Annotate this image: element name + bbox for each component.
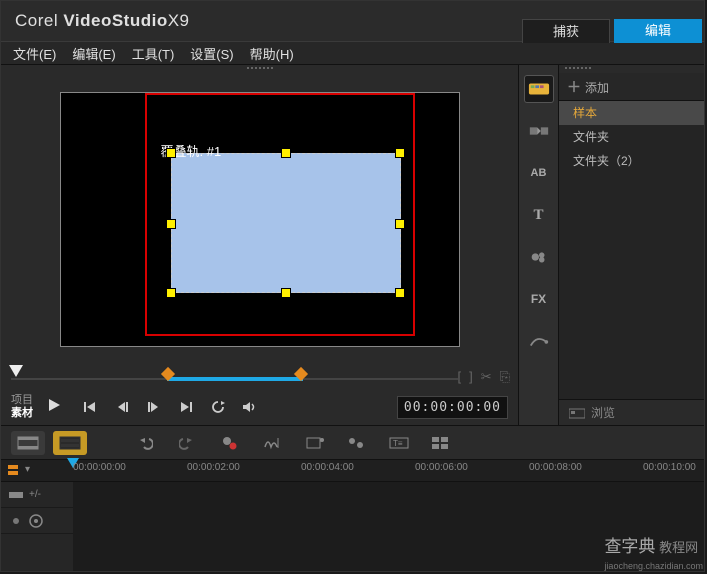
preview-panel: 覆叠轨. #1 [ ] bbox=[1, 65, 519, 425]
audio-mixer-button[interactable] bbox=[263, 435, 283, 451]
timeline-panel: T≡ ▾ 00:00:00:00 00:00:02:00 00:00:04:00 00… bbox=[1, 425, 704, 571]
record-button[interactable] bbox=[221, 435, 241, 451]
category-title-button[interactable]: AB bbox=[524, 159, 554, 187]
resize-handle-bl[interactable] bbox=[166, 288, 176, 298]
menu-settings[interactable]: 设置(S) bbox=[190, 44, 233, 63]
app-brand: Corel VideoStudioX9 bbox=[15, 11, 190, 31]
category-transitions-button[interactable] bbox=[524, 117, 554, 145]
transport-bar: 项目 素材 00:00:00:00 bbox=[1, 389, 518, 425]
tab-edit[interactable]: 编辑 bbox=[614, 19, 702, 43]
redo-button[interactable] bbox=[179, 435, 199, 451]
go-end-button[interactable] bbox=[175, 396, 197, 418]
library-category-strip: AB T FX bbox=[519, 65, 559, 425]
brand-version: X9 bbox=[168, 11, 190, 30]
menu-bar: 文件(E) 编辑(E) 工具(T) 设置(S) 帮助(H) bbox=[1, 41, 704, 65]
ruler-dropdown-icon[interactable]: ▾ bbox=[25, 464, 39, 478]
resize-handle-bm[interactable] bbox=[281, 288, 291, 298]
tab-capture[interactable]: 捕获 bbox=[522, 19, 610, 43]
timeline-view-button[interactable] bbox=[53, 431, 87, 455]
ruler-tick: 00:00:08:00 bbox=[529, 462, 582, 473]
library-folder-list: 样本 文件夹 文件夹（2） bbox=[559, 101, 704, 399]
menu-file[interactable]: 文件(E) bbox=[13, 44, 56, 63]
category-text-button[interactable]: T bbox=[524, 201, 554, 229]
category-filter-button[interactable]: FX bbox=[524, 285, 554, 313]
mode-clip-label[interactable]: 素材 bbox=[11, 407, 33, 420]
snapshot-button[interactable]: ⎘ bbox=[500, 369, 510, 385]
toggle-tracks-button[interactable] bbox=[7, 464, 21, 478]
add-label: 添加 bbox=[585, 81, 609, 95]
resize-handle-ml[interactable] bbox=[166, 219, 176, 229]
library-footer: 浏览 bbox=[559, 399, 704, 425]
svg-text:T≡: T≡ bbox=[393, 439, 403, 448]
title-bar: Corel VideoStudioX9 捕获 编辑 bbox=[1, 1, 704, 41]
ruler-tick: 00:00:00:00 bbox=[73, 462, 126, 473]
menu-edit[interactable]: 编辑(E) bbox=[72, 44, 115, 63]
timecode-display[interactable]: 00:00:00:00 bbox=[397, 396, 508, 419]
timeline-ruler[interactable]: ▾ 00:00:00:00 00:00:02:00 00:00:04:00 00:00… bbox=[1, 460, 704, 482]
preview-stage[interactable]: 覆叠轨. #1 bbox=[60, 92, 460, 347]
reel-icon bbox=[29, 514, 43, 528]
auto-music-button[interactable] bbox=[305, 435, 325, 451]
preview-seek-bar[interactable]: [ ] ✂ ⎘ bbox=[1, 365, 518, 389]
resize-handle-mr[interactable] bbox=[395, 219, 405, 229]
library-item-sample[interactable]: 样本 bbox=[559, 101, 704, 125]
browse-button[interactable]: 浏览 bbox=[591, 404, 615, 421]
overlay-clip[interactable] bbox=[171, 153, 401, 293]
playhead-icon[interactable] bbox=[9, 365, 23, 377]
prev-frame-button[interactable] bbox=[111, 396, 133, 418]
library-panel: AB T FX ＋添加 样本 文件夹 文件夹（2） bbox=[519, 65, 704, 425]
brand-name: VideoStudio bbox=[63, 11, 167, 30]
subtitle-button[interactable]: T≡ bbox=[389, 436, 409, 450]
split-clip-button[interactable]: ✂ bbox=[481, 369, 492, 385]
undo-button[interactable] bbox=[137, 435, 157, 451]
mode-project-label[interactable]: 项目 bbox=[11, 394, 33, 407]
repeat-button[interactable] bbox=[207, 396, 229, 418]
panel-grip-icon[interactable] bbox=[1, 65, 518, 73]
mark-in-button[interactable]: [ bbox=[457, 369, 461, 385]
category-path-button[interactable] bbox=[524, 327, 554, 355]
multicam-button[interactable] bbox=[431, 436, 451, 450]
track-head-video[interactable] bbox=[1, 508, 73, 534]
next-frame-button[interactable] bbox=[143, 396, 165, 418]
mode-tabs: 捕获 编辑 bbox=[518, 19, 702, 43]
menu-tools[interactable]: 工具(T) bbox=[132, 44, 175, 63]
go-start-button[interactable] bbox=[79, 396, 101, 418]
volume-button[interactable] bbox=[239, 396, 261, 418]
menu-help[interactable]: 帮助(H) bbox=[250, 44, 294, 63]
resize-handle-tr[interactable] bbox=[395, 148, 405, 158]
library-item-folder-2[interactable]: 文件夹（2） bbox=[559, 149, 704, 173]
resize-handle-br[interactable] bbox=[395, 288, 405, 298]
ruler-tick: 00:00:04:00 bbox=[301, 462, 354, 473]
mark-out-button[interactable]: ] bbox=[469, 369, 473, 385]
category-graphics-button[interactable] bbox=[524, 243, 554, 271]
motion-tracking-button[interactable] bbox=[347, 435, 367, 451]
brand-prefix: Corel bbox=[15, 11, 58, 30]
ruler-tick: 00:00:02:00 bbox=[187, 462, 240, 473]
panel-grip-icon[interactable] bbox=[559, 65, 704, 73]
browse-icon bbox=[569, 407, 585, 419]
trim-range[interactable] bbox=[167, 377, 303, 381]
resize-handle-tl[interactable] bbox=[166, 148, 176, 158]
category-media-button[interactable] bbox=[524, 75, 554, 103]
library-item-folder[interactable]: 文件夹 bbox=[559, 125, 704, 149]
storyboard-view-button[interactable] bbox=[11, 431, 45, 455]
resize-handle-tm[interactable] bbox=[281, 148, 291, 158]
watermark: 查字典 教程网 jiaocheng.chazidian.com bbox=[604, 532, 703, 572]
ruler-tick: 00:00:06:00 bbox=[415, 462, 468, 473]
ruler-tick: 00:00:10:00 bbox=[643, 462, 696, 473]
track-head-add[interactable]: +/- bbox=[1, 482, 73, 508]
play-button[interactable] bbox=[47, 396, 69, 418]
add-folder-button[interactable]: ＋添加 bbox=[567, 77, 609, 97]
